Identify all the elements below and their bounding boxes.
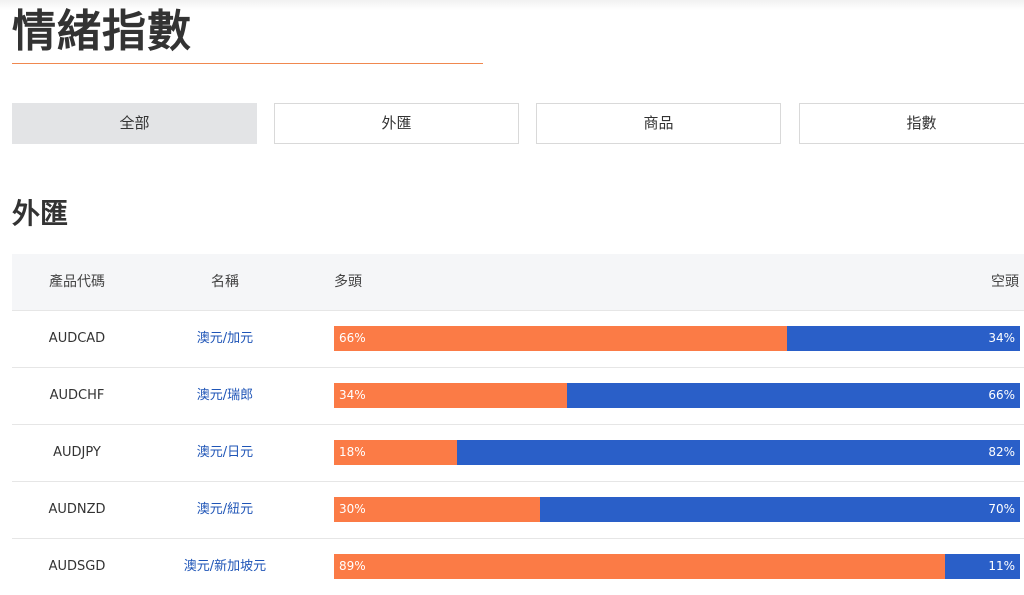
product-code: AUDNZD xyxy=(48,502,106,517)
short-percentage-bar: 82% xyxy=(457,440,1020,465)
page-title: 情緒指數 xyxy=(12,6,192,57)
product-code: AUDCHF xyxy=(49,388,105,403)
long-percentage-bar: 34% xyxy=(334,383,568,408)
long-percentage-bar: 66% xyxy=(334,326,787,351)
short-percentage-bar: 66% xyxy=(567,383,1020,408)
tab-indices[interactable]: 指數 xyxy=(799,103,1024,144)
product-name-link[interactable]: 澳元/日元 xyxy=(160,425,290,481)
column-header-code: 產品代碼 xyxy=(49,274,105,290)
product-code: AUDJPY xyxy=(53,445,101,460)
sentiment-bar: 34% 66% xyxy=(334,383,1020,408)
product-name-link[interactable]: 澳元/瑞郎 xyxy=(160,368,290,424)
product-code: AUDCAD xyxy=(48,331,106,346)
table-row: AUDCAD 澳元/加元 66% 34% xyxy=(12,310,1024,367)
table-row: AUDCHF 澳元/瑞郎 34% 66% xyxy=(12,367,1024,424)
long-percentage-bar: 18% xyxy=(334,440,458,465)
product-code: AUDSGD xyxy=(48,559,106,574)
column-header-short: 空頭 xyxy=(991,274,1019,290)
tab-commodities[interactable]: 商品 xyxy=(536,103,781,144)
section-title: 外匯 xyxy=(12,197,69,230)
table-header: 產品代碼 名稱 多頭 空頭 xyxy=(12,254,1024,310)
table-body: AUDCAD 澳元/加元 66% 34% AUDCHF 澳元/瑞郎 34% 66% AUDJPY… xyxy=(12,310,1024,595)
sentiment-bar: 18% 82% xyxy=(334,440,1020,465)
long-percentage-bar: 30% xyxy=(334,497,540,522)
table-row: AUDJPY 澳元/日元 18% 82% xyxy=(12,424,1024,481)
column-header-long: 多頭 xyxy=(334,274,362,290)
product-name-link[interactable]: 澳元/新加坡元 xyxy=(160,539,290,595)
product-name-link[interactable]: 澳元/紐元 xyxy=(160,482,290,538)
short-percentage-bar: 70% xyxy=(539,497,1020,522)
table-row: AUDNZD 澳元/紐元 30% 70% xyxy=(12,481,1024,538)
tab-forex[interactable]: 外匯 xyxy=(274,103,519,144)
short-percentage-bar: 34% xyxy=(786,326,1020,351)
tab-all[interactable]: 全部 xyxy=(12,103,257,144)
sentiment-bar: 66% 34% xyxy=(334,326,1020,351)
sentiment-bar: 30% 70% xyxy=(334,497,1020,522)
product-name-link[interactable]: 澳元/加元 xyxy=(160,311,290,367)
title-underline xyxy=(12,63,483,64)
column-header-name: 名稱 xyxy=(211,274,239,290)
sentiment-table: 產品代碼 名稱 多頭 空頭 AUDCAD 澳元/加元 66% 34% AUDCHF 澳元/… xyxy=(12,254,1024,595)
category-tabs: 全部 外匯 商品 指數 xyxy=(12,103,1024,144)
